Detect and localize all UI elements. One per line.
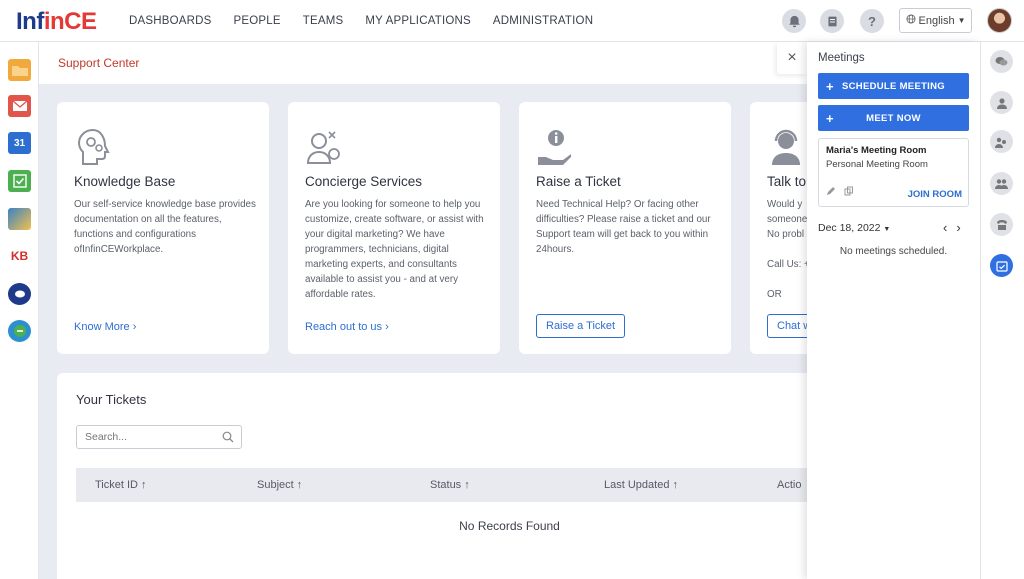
nav-my-applications[interactable]: MY APPLICATIONS: [365, 15, 470, 27]
date-navigation: ‹ ›: [943, 220, 961, 235]
ticket-search: [76, 425, 242, 449]
chevron-right-icon: ›: [385, 321, 389, 333]
bell-icon[interactable]: [782, 9, 806, 33]
close-meetings-button[interactable]: ×: [777, 42, 807, 74]
card-description: Need Technical Help? Or facing other dif…: [536, 199, 711, 255]
concierge-services-card: Concierge Services Are you looking for s…: [288, 102, 500, 354]
join-room-button[interactable]: JOIN ROOM: [908, 189, 962, 200]
call-us-text: Call Us: +: [767, 259, 810, 270]
help-icon[interactable]: ?: [860, 9, 884, 33]
copy-icon[interactable]: [844, 186, 854, 199]
room-tools: [826, 186, 854, 199]
tickets-table-header: Ticket ID ↑ Subject ↑ Status ↑ Last Upda…: [76, 468, 817, 502]
plus-icon: +: [826, 78, 834, 94]
card-description: Are you looking for someone to help you …: [305, 199, 484, 300]
agent-headset-icon: [767, 127, 805, 167]
hand-info-icon: [536, 127, 574, 167]
raise-ticket-card: Raise a Ticket Need Technical Help? Or f…: [519, 102, 731, 354]
edit-icon[interactable]: [826, 186, 836, 199]
logo-part1: Inf: [16, 8, 44, 35]
your-tickets-panel: Your Tickets Ticket ID ↑ Subject ↑ Statu…: [57, 373, 817, 579]
or-text: OR: [767, 289, 782, 300]
room-name: Maria's Meeting Room: [826, 145, 927, 156]
meetings-panel: Meetings + SCHEDULE MEETING + MEET NOW M…: [807, 42, 980, 579]
head-gears-icon: [74, 127, 112, 167]
logo-part2: in: [43, 8, 65, 35]
breadcrumb-bar: Support Center: [39, 42, 809, 84]
chat-bubbles-icon[interactable]: [990, 50, 1013, 73]
knowledge-base-card: Knowledge Base Our self-service knowledg…: [57, 102, 269, 354]
col-status[interactable]: Status ↑: [430, 479, 470, 491]
raise-ticket-button[interactable]: Raise a Ticket: [536, 314, 626, 338]
person-icon[interactable]: [990, 91, 1013, 114]
infince-logo[interactable]: InfinCE: [16, 8, 97, 36]
card-title: Raise a Ticket: [536, 174, 621, 189]
support-app-icon[interactable]: [8, 320, 31, 342]
top-bar: InfinCE DASHBOARDS PEOPLE TEAMS MY APPLI…: [0, 0, 1024, 42]
card-title: Talk to: [767, 174, 807, 189]
group-icon[interactable]: [990, 172, 1013, 195]
search-icon[interactable]: [222, 431, 234, 443]
main-nav: DASHBOARDS PEOPLE TEAMS MY APPLICATIONS …: [118, 0, 604, 42]
caret-down-icon: ▼: [957, 16, 966, 25]
card-title: Concierge Services: [305, 174, 423, 189]
notes-icon[interactable]: [820, 9, 844, 33]
calendar-app-icon[interactable]: 31: [8, 132, 31, 154]
nav-people[interactable]: PEOPLE: [234, 15, 281, 27]
logo-part3: CE: [64, 8, 97, 35]
room-type: Personal Meeting Room: [826, 159, 928, 170]
mail-app-icon[interactable]: [8, 95, 31, 117]
nav-teams[interactable]: TEAMS: [303, 15, 344, 27]
schedule-meeting-button[interactable]: + SCHEDULE MEETING: [818, 73, 969, 99]
meetings-title: Meetings: [818, 52, 865, 64]
app-launcher-rail: 31 KB: [0, 42, 39, 579]
language-selector[interactable]: English ▼: [899, 8, 972, 33]
meet-now-button[interactable]: + MEET NOW: [818, 105, 969, 131]
user-avatar[interactable]: [987, 8, 1012, 33]
tasks-app-icon[interactable]: [8, 170, 31, 192]
reach-out-link[interactable]: Reach out to us ›: [305, 321, 389, 333]
nav-administration[interactable]: ADMINISTRATION: [493, 15, 593, 27]
meet-now-label: MEET NOW: [866, 112, 921, 124]
concierge-icon: [305, 127, 343, 167]
people-pair-icon[interactable]: [990, 130, 1013, 153]
nav-dashboards[interactable]: DASHBOARDS: [129, 15, 212, 27]
search-input[interactable]: [77, 426, 217, 448]
chevron-right-icon[interactable]: ›: [956, 220, 960, 235]
calendar-check-icon[interactable]: [990, 254, 1013, 277]
chevron-left-icon[interactable]: ‹: [943, 220, 947, 235]
link-label: Know More: [74, 321, 130, 333]
no-meetings-text: No meetings scheduled.: [839, 246, 948, 257]
know-more-link[interactable]: Know More ›: [74, 321, 136, 333]
photos-app-icon[interactable]: [8, 208, 31, 230]
card-description: Our self-service knowledge base provides…: [74, 199, 256, 255]
folder-app-icon[interactable]: [8, 59, 31, 81]
phone-icon[interactable]: [990, 213, 1013, 236]
caret-down-icon: ▼: [883, 226, 891, 233]
meeting-room-card: Maria's Meeting Room Personal Meeting Ro…: [818, 138, 969, 207]
schedule-meeting-label: SCHEDULE MEETING: [842, 80, 945, 92]
plus-icon: +: [826, 110, 834, 126]
globe-icon: [906, 14, 916, 27]
col-action[interactable]: Actio: [777, 479, 801, 491]
kb-app-icon[interactable]: KB: [8, 245, 31, 267]
chevron-right-icon: ›: [132, 321, 137, 333]
chat-app-icon[interactable]: [8, 283, 31, 305]
col-last-updated[interactable]: Last Updated ↑: [604, 479, 678, 491]
meeting-date-picker[interactable]: Dec 18, 2022 ▼: [818, 222, 890, 234]
date-label: Dec 18, 2022: [818, 222, 881, 234]
tickets-title: Your Tickets: [76, 392, 147, 407]
col-subject[interactable]: Subject ↑: [257, 479, 302, 491]
breadcrumb[interactable]: Support Center: [58, 56, 139, 70]
right-tool-rail: [980, 42, 1024, 579]
card-title: Knowledge Base: [74, 174, 176, 189]
col-ticket-id[interactable]: Ticket ID ↑: [95, 479, 147, 491]
link-label: Reach out to us: [305, 321, 383, 333]
language-label: English: [918, 14, 955, 27]
